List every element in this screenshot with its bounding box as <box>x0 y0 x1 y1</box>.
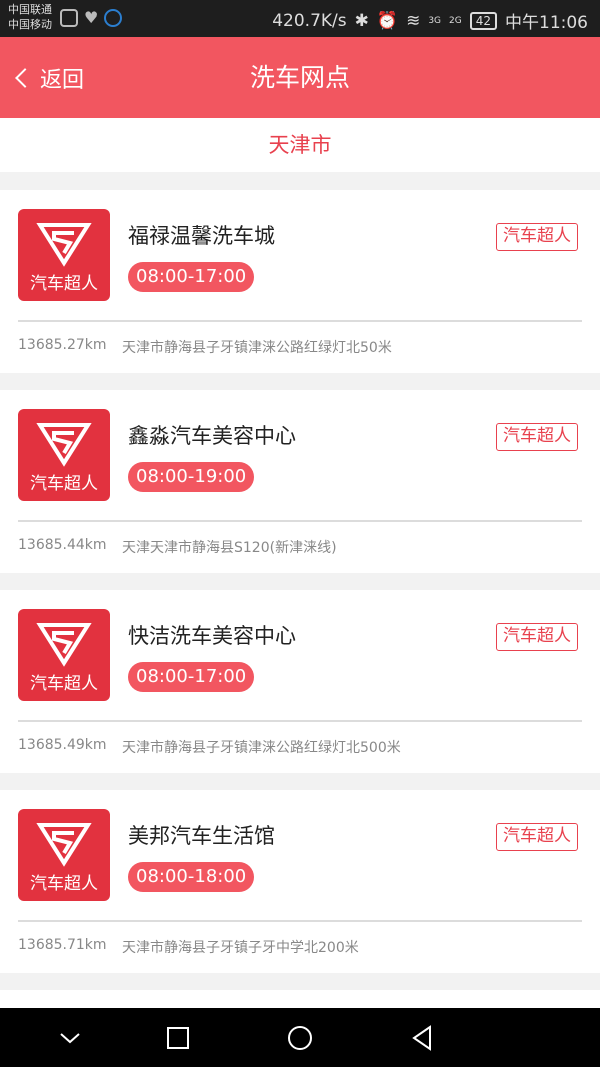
square-icon <box>167 1026 189 1049</box>
network-2-label: 2G <box>449 15 462 26</box>
shop-logo: 汽车超人 <box>18 209 110 301</box>
divider <box>18 920 582 922</box>
superman-shield-icon <box>36 623 92 667</box>
shop-card[interactable]: 汽车超人 快洁洗车美容中心 08:00-17:00 汽车超人 13685.49k… <box>0 590 600 773</box>
business-hours: 08:00-17:00 <box>128 662 255 692</box>
address: 天津市静海县子牙镇津涞公路红绿灯北50米 <box>122 340 392 356</box>
status-right: 420.7K/s ✱ ⏰ ≋ 3G 2G 42 中午11:06 <box>272 8 588 34</box>
address: 天津市静海县子牙镇子牙中学北200米 <box>122 940 359 956</box>
brand-tag: 汽车超人 <box>496 423 578 451</box>
city-selector[interactable]: 天津市 <box>0 118 600 172</box>
shop-name: 美邦汽车生活馆 <box>128 824 275 848</box>
system-nav-bar <box>0 1008 600 1067</box>
shop-logo: 汽车超人 <box>18 609 110 701</box>
chevron-down-icon <box>60 1032 80 1043</box>
clock: 中午11:06 <box>505 13 588 33</box>
shop-name: 福禄温馨洗车城 <box>128 224 275 248</box>
battery-indicator: 42 <box>469 11 497 30</box>
notification-icons: ♥ <box>60 8 123 27</box>
superman-shield-icon <box>36 223 92 267</box>
shop-logo: 汽车超人 <box>18 809 110 901</box>
status-bar: 中国联通 中国移动 ♥ 420.7K/s ✱ ⏰ ≋ 3G 2G 42 中午11… <box>0 0 600 37</box>
shop-logo: 汽车超人 <box>18 409 110 501</box>
logo-text: 汽车超人 <box>30 474 98 494</box>
divider <box>18 720 582 722</box>
header-bar: 返回 洗车网点 <box>0 37 600 118</box>
circle-icon <box>288 1025 312 1050</box>
business-hours: 08:00-17:00 <box>128 262 255 292</box>
divider <box>18 520 582 522</box>
distance: 13685.49km <box>18 737 107 753</box>
nav-recents-button[interactable] <box>148 1008 208 1067</box>
shop-card[interactable]: 汽车超人 鑫淼汽车美容中心 08:00-19:00 汽车超人 13685.44k… <box>0 390 600 573</box>
carrier-2: 中国移动 <box>8 18 52 31</box>
address: 天津市静海县子牙镇津涞公路红绿灯北500米 <box>122 740 401 756</box>
nav-back-button[interactable] <box>392 1008 452 1067</box>
shop-card-partial[interactable] <box>0 990 600 1010</box>
distance: 13685.71km <box>18 937 107 953</box>
bluetooth-icon: ✱ <box>354 10 369 31</box>
alarm-icon: ⏰ <box>376 10 399 31</box>
distance: 13685.27km <box>18 337 107 353</box>
brand-tag: 汽车超人 <box>496 623 578 651</box>
distance: 13685.44km <box>18 537 107 553</box>
page-title: 洗车网点 <box>249 63 350 92</box>
logo-text: 汽车超人 <box>30 274 98 294</box>
logo-text: 汽车超人 <box>30 874 98 894</box>
wifi-icon: ≋ <box>406 10 421 31</box>
shop-name: 快洁洗车美容中心 <box>128 624 296 648</box>
shop-card[interactable]: 汽车超人 福禄温馨洗车城 08:00-17:00 汽车超人 13685.27km… <box>0 190 600 373</box>
brand-tag: 汽车超人 <box>496 223 578 251</box>
divider <box>18 320 582 322</box>
business-hours: 08:00-18:00 <box>128 862 255 892</box>
network-speed: 420.7K/s <box>272 10 347 31</box>
lock-notification-icon <box>104 9 123 27</box>
superman-shield-icon <box>36 423 92 467</box>
nav-collapse-button[interactable] <box>40 1008 100 1067</box>
health-icon: ♥ <box>84 8 99 27</box>
logo-text: 汽车超人 <box>30 674 98 694</box>
address: 天津天津市静海县S120(新津涞线) <box>122 540 337 556</box>
carrier-1: 中国联通 <box>8 3 52 16</box>
triangle-back-icon <box>412 1024 431 1051</box>
app-notification-icon <box>60 9 78 27</box>
business-hours: 08:00-19:00 <box>128 462 255 492</box>
network-1-label: 3G <box>428 15 442 26</box>
shop-name: 鑫淼汽车美容中心 <box>128 424 296 448</box>
superman-shield-icon <box>36 823 92 867</box>
nav-home-button[interactable] <box>270 1008 330 1067</box>
carrier-labels: 中国联通 中国移动 <box>8 2 52 32</box>
shop-card[interactable]: 汽车超人 美邦汽车生活馆 08:00-18:00 汽车超人 13685.71km… <box>0 790 600 973</box>
brand-tag: 汽车超人 <box>496 823 578 851</box>
